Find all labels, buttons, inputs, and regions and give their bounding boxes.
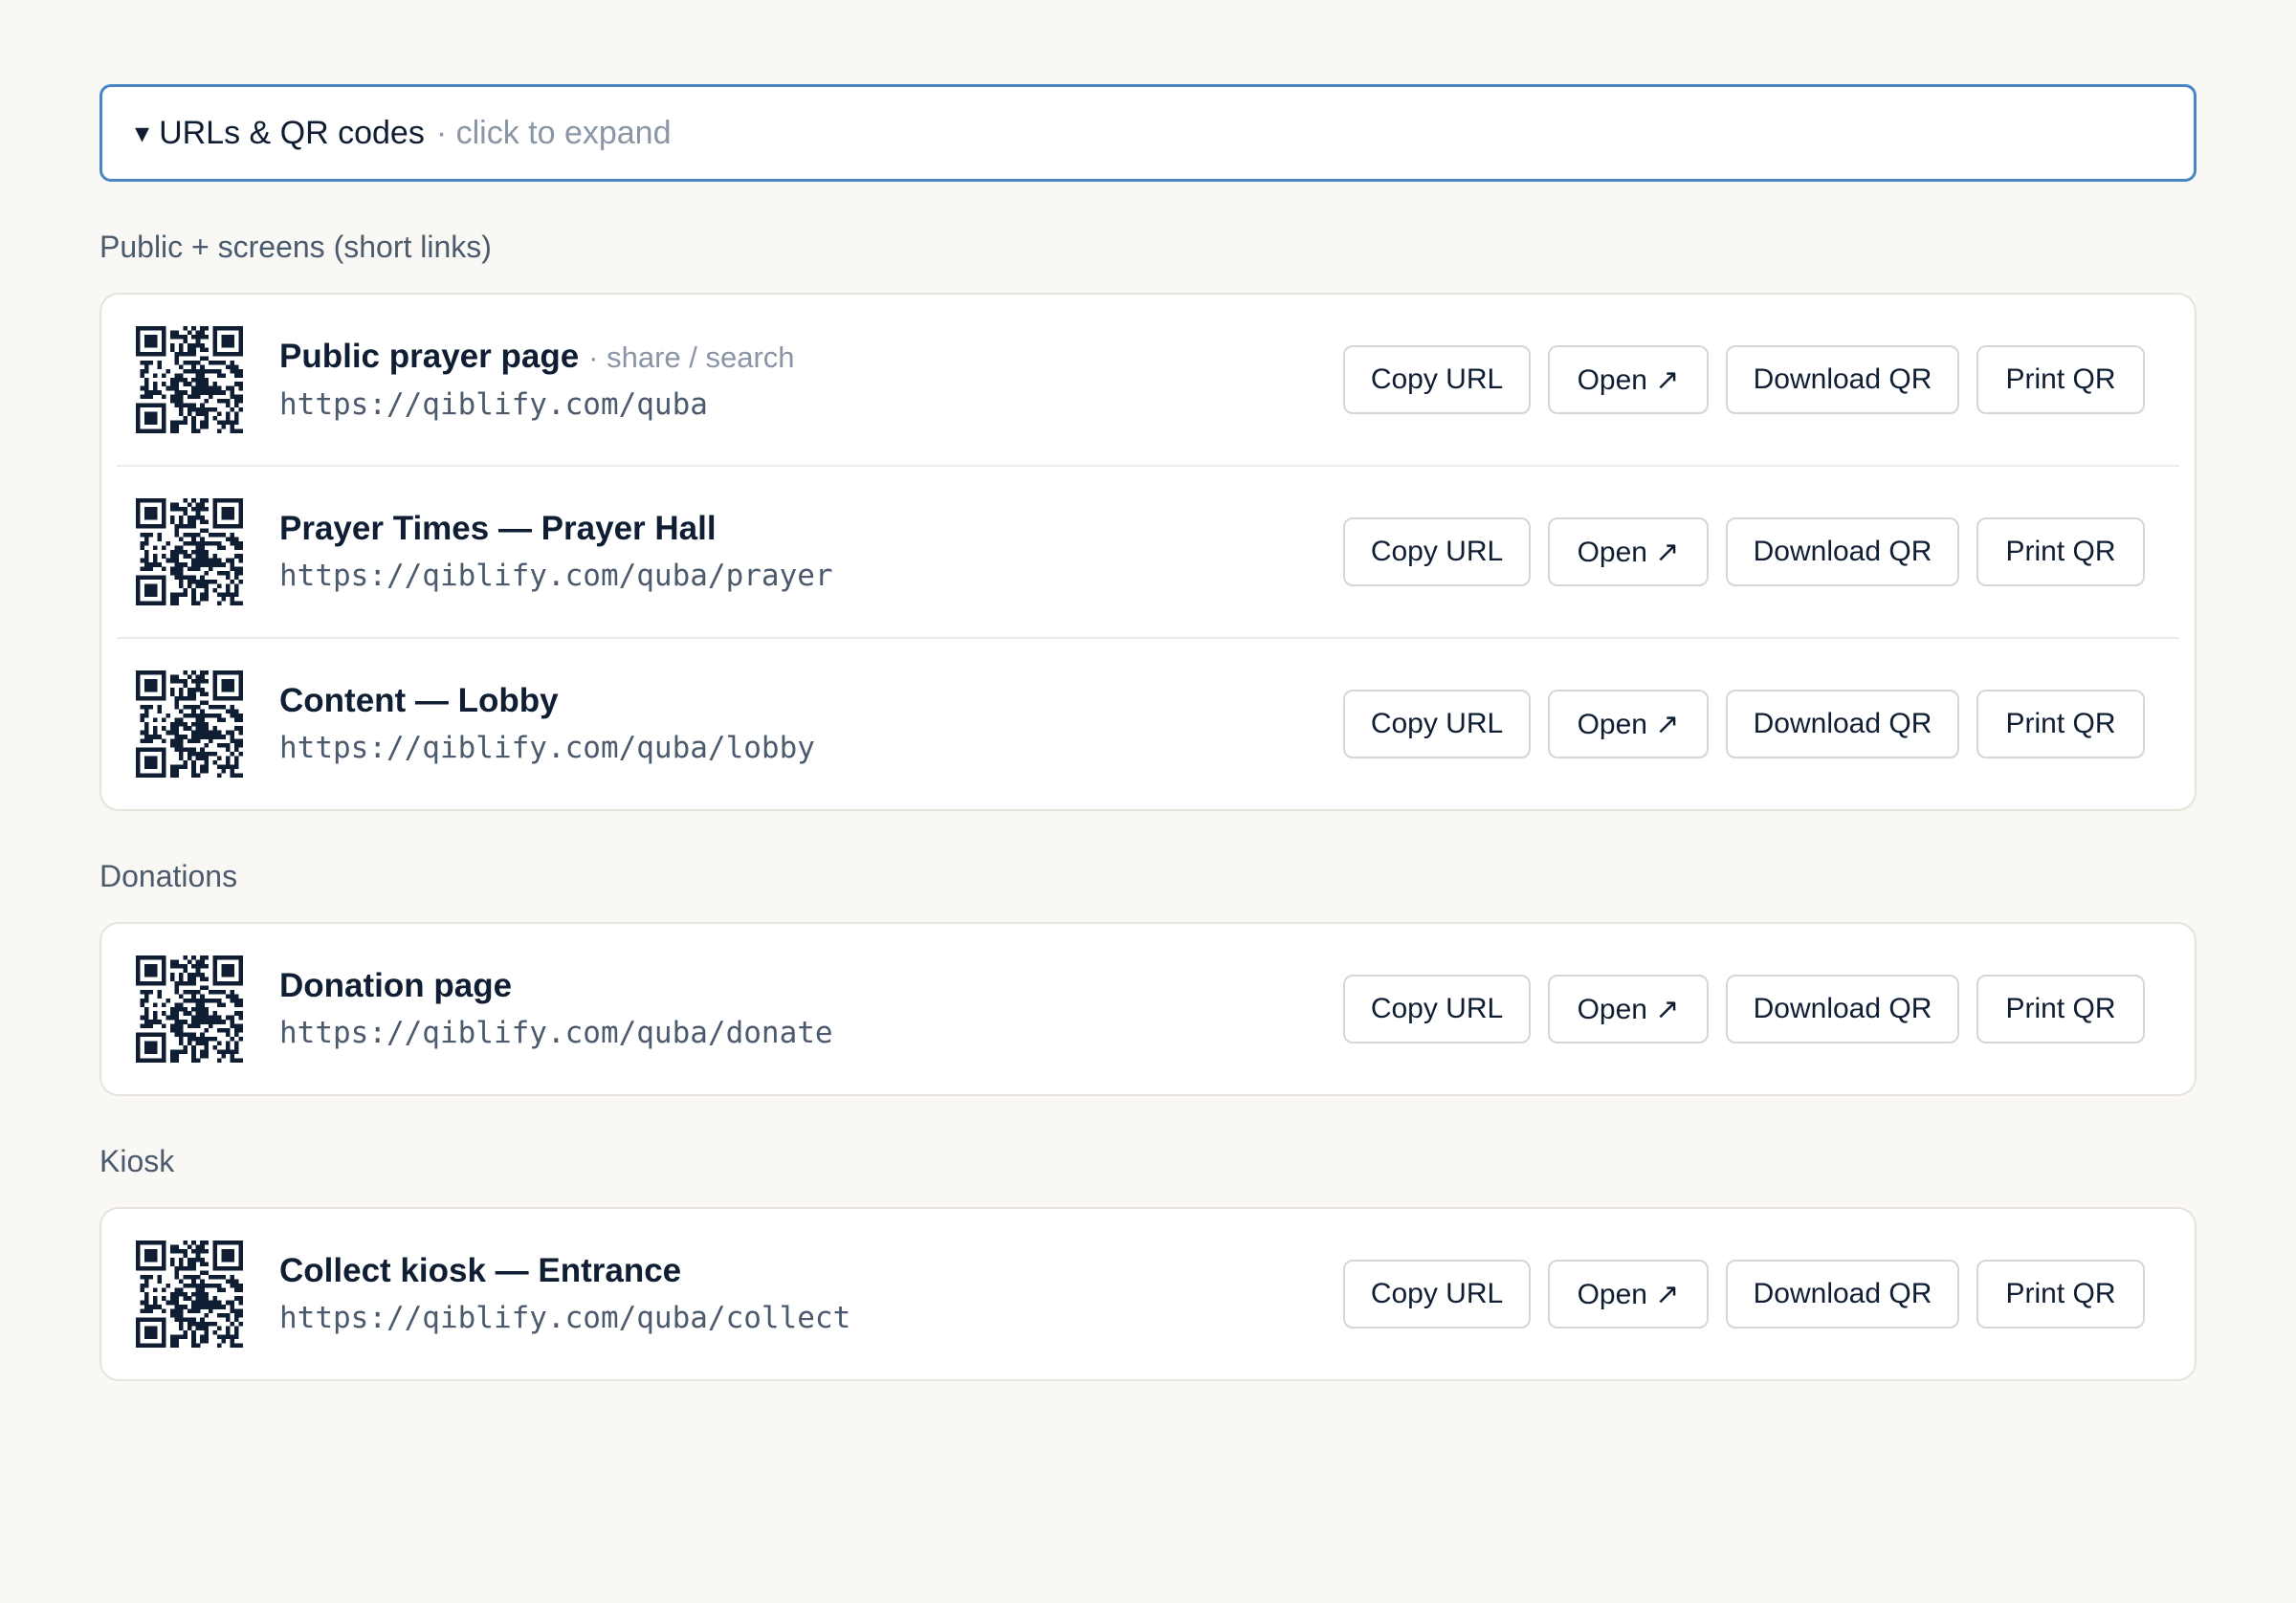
open-button[interactable]: Open ↗: [1548, 690, 1709, 758]
download-qr-button[interactable]: Download QR: [1726, 1260, 1959, 1329]
download-qr-button[interactable]: Download QR: [1726, 345, 1959, 414]
qr-code-icon: [136, 498, 243, 605]
section-label-kiosk: Kiosk: [99, 1144, 175, 1178]
item-actions: Copy URL Open ↗ Download QR Print QR: [1343, 1260, 2145, 1329]
qr-code-icon: [136, 955, 243, 1063]
open-button[interactable]: Open ↗: [1548, 345, 1709, 414]
print-qr-button[interactable]: Print QR: [1976, 1260, 2145, 1329]
expand-arrow-icon: ▾: [135, 117, 150, 149]
item-title: Prayer Times — Prayer Hall: [279, 510, 717, 547]
item-url: https://qiblify.com/quba/donate: [279, 1016, 833, 1050]
section-card-kiosk: Collect kiosk — Entrance https://qiblify…: [99, 1207, 2197, 1381]
item-url: https://qiblify.com/quba/prayer: [279, 559, 833, 593]
expander-hint: · click to expand: [435, 114, 672, 151]
item-actions: Copy URL Open ↗ Download QR Print QR: [1343, 345, 2145, 414]
list-item: Prayer Times — Prayer Hall https://qibli…: [117, 467, 2179, 639]
qr-code-icon: [136, 670, 243, 778]
section-card-donations: Donation page https://qiblify.com/quba/d…: [99, 922, 2197, 1096]
open-button[interactable]: Open ↗: [1548, 1260, 1709, 1329]
list-item: Public prayer page · share / search https…: [117, 295, 2179, 467]
expander-title: URLs & QR codes: [159, 114, 425, 151]
download-qr-button[interactable]: Download QR: [1726, 975, 1959, 1043]
open-button[interactable]: Open ↗: [1548, 517, 1709, 586]
print-qr-button[interactable]: Print QR: [1976, 517, 2145, 586]
item-actions: Copy URL Open ↗ Download QR Print QR: [1343, 690, 2145, 758]
item-actions: Copy URL Open ↗ Download QR Print QR: [1343, 975, 2145, 1043]
open-button[interactable]: Open ↗: [1548, 975, 1709, 1043]
copy-url-button[interactable]: Copy URL: [1343, 690, 1531, 758]
urls-qr-expander[interactable]: ▾ URLs & QR codes · click to expand: [99, 84, 2197, 182]
section-label-donations: Donations: [99, 859, 238, 893]
copy-url-button[interactable]: Copy URL: [1343, 1260, 1531, 1329]
copy-url-button[interactable]: Copy URL: [1343, 975, 1531, 1043]
item-title: Public prayer page · share / search: [279, 337, 795, 375]
item-title: Donation page: [279, 967, 513, 1004]
list-item: Content — Lobby https://qiblify.com/quba…: [117, 639, 2179, 809]
print-qr-button[interactable]: Print QR: [1976, 690, 2145, 758]
print-qr-button[interactable]: Print QR: [1976, 345, 2145, 414]
list-item: Donation page https://qiblify.com/quba/d…: [117, 924, 2179, 1094]
qr-code-icon: [136, 326, 243, 433]
item-title: Collect kiosk — Entrance: [279, 1252, 682, 1289]
print-qr-button[interactable]: Print QR: [1976, 975, 2145, 1043]
download-qr-button[interactable]: Download QR: [1726, 690, 1959, 758]
section-label-public: Public + screens (short links): [99, 230, 492, 264]
item-url: https://qiblify.com/quba/collect: [279, 1301, 851, 1335]
copy-url-button[interactable]: Copy URL: [1343, 345, 1531, 414]
urls-qr-panel: ▾ URLs & QR codes · click to expand Publ…: [99, 84, 2197, 1381]
item-url: https://qiblify.com/quba: [279, 386, 708, 422]
item-url: https://qiblify.com/quba/lobby: [279, 731, 815, 765]
download-qr-button[interactable]: Download QR: [1726, 517, 1959, 586]
item-actions: Copy URL Open ↗ Download QR Print QR: [1343, 517, 2145, 586]
copy-url-button[interactable]: Copy URL: [1343, 517, 1531, 586]
item-subtitle: · share / search: [588, 340, 795, 374]
item-title: Content — Lobby: [279, 682, 559, 719]
section-card-public: Public prayer page · share / search https…: [99, 293, 2197, 811]
qr-code-icon: [136, 1241, 243, 1348]
list-item: Collect kiosk — Entrance https://qiblify…: [117, 1209, 2179, 1379]
